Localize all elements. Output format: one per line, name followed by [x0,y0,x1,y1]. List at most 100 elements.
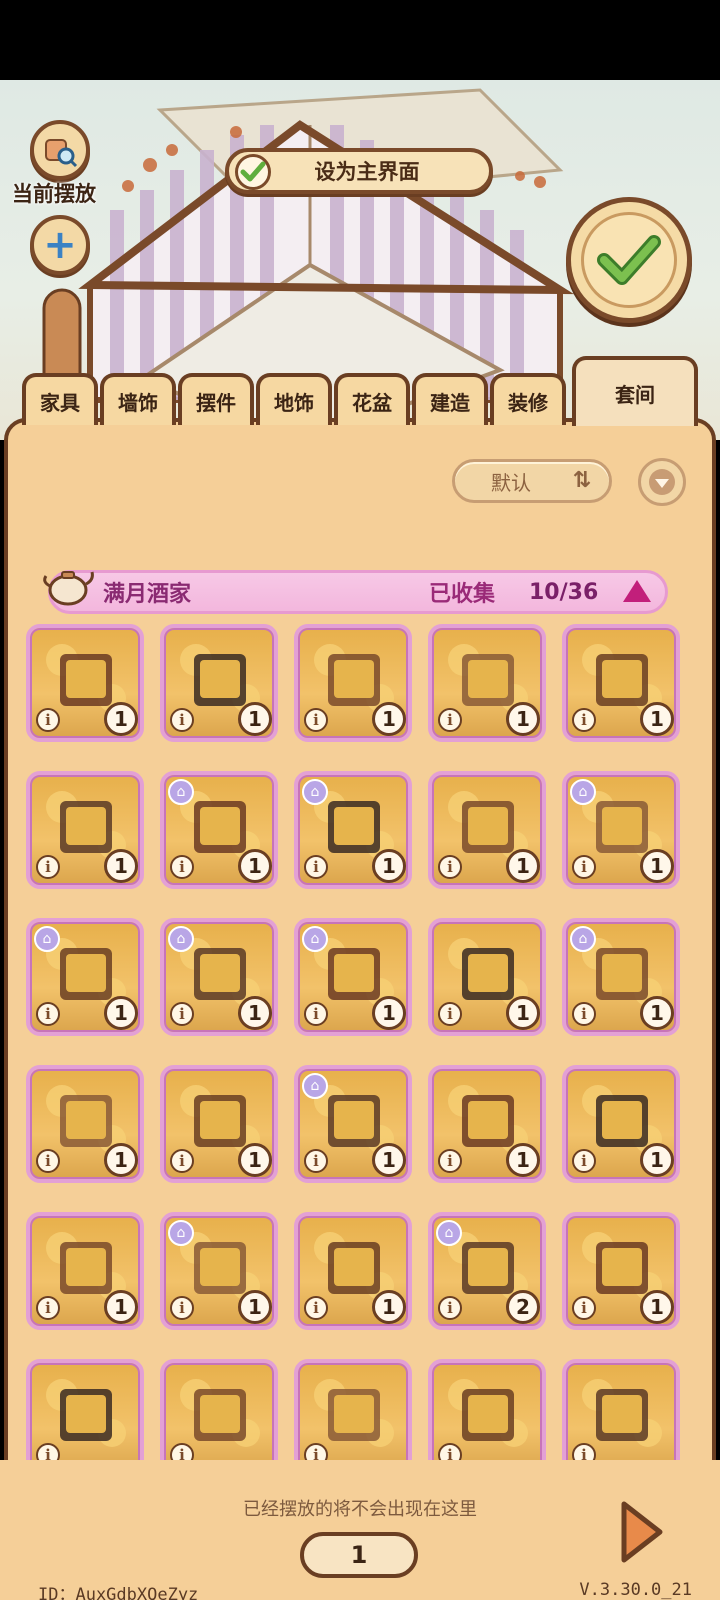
quantity-badge: 1 [372,849,406,883]
item-cell[interactable]: i1 [428,624,546,742]
item-cell[interactable]: ⌂ i 1 [294,1065,412,1183]
dropdown-button[interactable] [638,458,686,506]
next-page-arrow-icon[interactable] [618,1500,666,1564]
tab-suites[interactable]: 套间 [572,356,698,426]
tab-floor-decor[interactable]: 地饰 [256,373,332,425]
item-cell[interactable]: i1 [160,624,278,742]
item-cell[interactable]: i1 [428,771,546,889]
chevron-down-icon [649,469,675,495]
info-icon[interactable]: i [36,1149,60,1173]
quantity-badge: 1 [238,702,272,736]
item-thumbnail [46,1379,126,1447]
info-icon[interactable]: i [170,708,194,732]
info-icon[interactable]: i [36,1002,60,1026]
quantity-badge: 1 [238,1143,272,1177]
item-cell[interactable]: ⌂ i 1 [26,918,144,1036]
collected-label: 已收集 [429,582,496,607]
item-cell[interactable]: i1 [562,1212,680,1330]
plus-icon: + [43,222,77,268]
item-cell[interactable]: ⌂ i 1 [160,771,278,889]
item-cell[interactable]: i1 [428,918,546,1036]
item-cell[interactable]: ⌂ i 2 [428,1212,546,1330]
quantity-badge: 1 [506,1143,540,1177]
collapse-triangle-icon[interactable] [623,580,651,602]
set-header[interactable]: 满月酒家 已收集 10/36 [48,570,668,614]
suite-tag-icon: ⌂ [302,926,328,952]
current-placement-button[interactable] [30,120,90,180]
page-indicator[interactable]: 1 [300,1532,418,1578]
tab-flowerpots[interactable]: 花盆 [334,373,410,425]
info-icon[interactable]: i [36,855,60,879]
checkmark-icon [597,235,661,285]
info-icon[interactable]: i [304,1296,328,1320]
add-button[interactable]: + [30,215,90,275]
tab-furniture[interactable]: 家具 [22,373,98,425]
quantity-badge: 1 [104,849,138,883]
info-icon[interactable]: i [304,855,328,879]
item-cell[interactable]: i1 [428,1065,546,1183]
suite-tag-icon: ⌂ [168,779,194,805]
suite-tag-icon: ⌂ [34,926,60,952]
quantity-badge: 1 [372,1143,406,1177]
info-icon[interactable]: i [36,1296,60,1320]
set-main-screen-label: 设为主界面 [314,160,420,184]
item-cell[interactable]: i1 [294,1212,412,1330]
info-icon[interactable]: i [36,708,60,732]
info-icon[interactable]: i [572,1149,596,1173]
info-icon[interactable]: i [438,1296,462,1320]
info-icon[interactable]: i [304,1002,328,1026]
status-bar [0,0,720,80]
quantity-badge: 1 [104,1143,138,1177]
tab-wall-decor[interactable]: 墙饰 [100,373,176,425]
item-cell[interactable]: i1 [26,1212,144,1330]
item-cell[interactable]: ⌂ i 1 [160,918,278,1036]
info-icon[interactable]: i [170,1002,194,1026]
item-cell[interactable]: ⌂ i 1 [562,918,680,1036]
item-cell[interactable]: ⌂ i 1 [160,1212,278,1330]
item-cell[interactable]: ⌂ i 1 [294,771,412,889]
item-thumbnail [180,1379,260,1447]
item-cell[interactable]: ⌂ i 1 [294,918,412,1036]
suite-tag-icon: ⌂ [570,779,596,805]
info-icon[interactable]: i [572,708,596,732]
info-icon[interactable]: i [170,1296,194,1320]
info-icon[interactable]: i [170,1149,194,1173]
suite-tag-icon: ⌂ [168,926,194,952]
item-cell[interactable]: i1 [562,624,680,742]
info-icon[interactable]: i [438,708,462,732]
suite-tag-icon: ⌂ [302,779,328,805]
item-cell[interactable]: i1 [26,1065,144,1183]
version-label: V.3.30.0_21 [579,1580,692,1600]
tab-ornaments[interactable]: 摆件 [178,373,254,425]
item-cell[interactable]: i1 [26,771,144,889]
item-cell[interactable]: ⌂ i 1 [562,771,680,889]
tab-building[interactable]: 建造 [412,373,488,425]
quantity-badge: 1 [104,1290,138,1324]
tab-decoration[interactable]: 装修 [490,373,566,425]
confirm-button[interactable] [566,197,692,323]
info-icon[interactable]: i [304,708,328,732]
quantity-badge: 1 [238,996,272,1030]
item-cell[interactable]: i1 [562,1065,680,1183]
item-cell[interactable]: i1 [294,624,412,742]
info-icon[interactable]: i [304,1149,328,1173]
item-cell[interactable]: i1 [26,624,144,742]
info-icon[interactable]: i [572,1296,596,1320]
collected-count: 10/36 [529,579,599,605]
info-icon[interactable]: i [438,1149,462,1173]
info-icon[interactable]: i [572,1002,596,1026]
set-main-screen-button[interactable]: 设为主界面 [225,148,493,194]
suite-tag-icon: ⌂ [436,1220,462,1246]
placed-hint: 已经摆放的将不会出现在这里 [243,1499,477,1520]
info-icon[interactable]: i [170,855,194,879]
quantity-badge: 1 [372,1290,406,1324]
user-id: ID：AuxGdbXQeZyz [38,1585,199,1600]
item-cell[interactable]: i1 [160,1065,278,1183]
info-icon[interactable]: i [572,855,596,879]
info-icon[interactable]: i [438,855,462,879]
quantity-badge: 1 [640,1290,674,1324]
sort-button[interactable]: 默认 ⇅ [452,459,612,503]
item-thumbnail [582,1379,662,1447]
info-icon[interactable]: i [438,1002,462,1026]
quantity-badge: 1 [104,996,138,1030]
